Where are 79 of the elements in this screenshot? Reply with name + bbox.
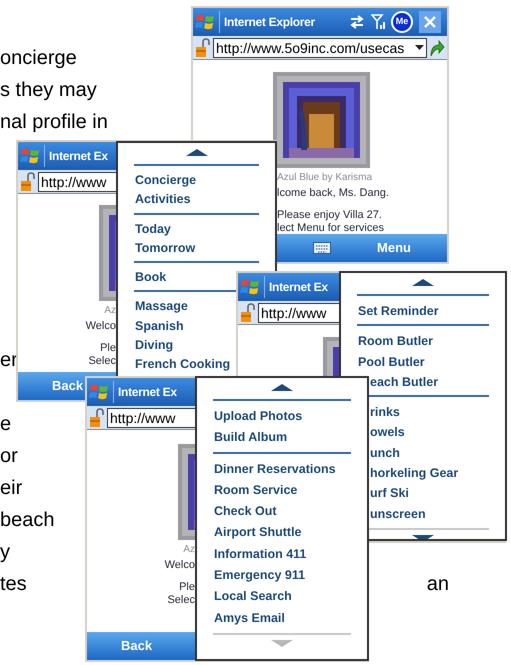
menu-item[interactable]: Today [135, 220, 171, 239]
menu-item[interactable]: unscreen [370, 504, 426, 524]
page-text: Ple [99, 342, 116, 355]
back-button[interactable]: Back [121, 636, 152, 656]
flag-icon[interactable] [20, 147, 40, 165]
menu-item[interactable]: Amys Email [214, 608, 285, 629]
image-caption: Azul Blue by Karisma [277, 171, 374, 184]
document-text: oncierge [0, 46, 77, 71]
close-button[interactable] [419, 11, 441, 33]
flag-icon[interactable] [89, 383, 109, 401]
flag-icon[interactable] [240, 278, 260, 296]
padlock-icon [89, 408, 105, 428]
menu-item[interactable]: rinks [370, 402, 400, 422]
status-badge[interactable]: Me [391, 11, 413, 33]
document-text: s they may [0, 78, 97, 103]
menu-item[interactable]: owels [370, 422, 405, 443]
page-text: Ple [178, 581, 195, 594]
document-text: beach [0, 508, 54, 533]
sync-arrows-icon[interactable] [349, 15, 365, 29]
padlock-icon [195, 38, 211, 58]
document-text: e [0, 412, 12, 437]
window-title: Internet Ex [49, 148, 108, 165]
menu-item[interactable]: Emergency 911 [214, 565, 306, 586]
page-text: lcome back, Ms. Dang. [277, 187, 390, 200]
go-arrow-icon[interactable] [429, 38, 445, 56]
menu-item[interactable]: Concierge [135, 171, 196, 190]
menu-item[interactable]: each Butler [370, 372, 438, 392]
page-text: Selec [166, 594, 195, 607]
document-text: eir [0, 476, 22, 501]
menu-item[interactable]: French Cooking [135, 355, 230, 375]
menu-item[interactable]: unch [370, 442, 400, 464]
menu-item[interactable]: Airport Shuttle [214, 522, 302, 544]
menu-item[interactable]: Room Service [214, 480, 298, 502]
image-caption: Az [182, 543, 195, 556]
document-text: y [0, 540, 10, 565]
document-text: or [0, 444, 18, 469]
scroll-up-icon[interactable] [271, 384, 293, 390]
page-text: Selec [87, 355, 116, 368]
menu-item[interactable]: Upload Photos [214, 406, 302, 428]
window-title: Internet Explorer [224, 14, 315, 31]
image-caption: Az [103, 304, 116, 317]
close-icon [424, 16, 436, 28]
flag-icon[interactable] [195, 13, 215, 31]
menu-item[interactable]: Massage [135, 297, 188, 317]
scroll-up-icon[interactable] [186, 148, 208, 156]
padlock-icon [240, 302, 256, 322]
menu-item[interactable]: Diving [135, 336, 174, 356]
window-title: Internet Ex [269, 279, 328, 296]
menu-item[interactable]: Pool Butler [358, 352, 425, 372]
address-field[interactable]: http://www.5o9inc.com/usecas [213, 38, 427, 58]
document-text: tes [0, 572, 27, 597]
document-text: er [0, 348, 18, 373]
page-text: Welco [84, 320, 116, 333]
menu-item[interactable]: Set Reminder [358, 301, 439, 322]
menu-item[interactable]: Activities [135, 190, 191, 210]
menu-item[interactable]: Check Out [214, 501, 277, 522]
padlock-icon [20, 172, 36, 192]
dropdown-caret-icon[interactable] [415, 45, 424, 50]
menu-item[interactable]: Information 411 [214, 544, 306, 566]
menu-item[interactable]: Spanish [135, 316, 184, 336]
document-text: nal profile in [0, 110, 108, 135]
page-text: Please enjoy Villa 27. [277, 209, 383, 222]
keyboard-icon[interactable] [313, 242, 331, 254]
menu-item[interactable]: Room Butler [358, 331, 433, 352]
menu-item[interactable]: Book [135, 268, 166, 288]
menu-item[interactable]: Tomorrow [135, 238, 196, 258]
back-button[interactable]: Back [52, 376, 84, 396]
window-title: Internet Ex [118, 384, 177, 401]
menu-button[interactable]: Menu [377, 238, 411, 258]
page-text: lect Menu for services [277, 222, 385, 234]
menu-item[interactable]: Local Search [214, 586, 292, 608]
scroll-up-icon[interactable] [412, 278, 434, 286]
menu-item[interactable]: horkeling Gear [370, 463, 458, 484]
document-text: an [426, 572, 449, 597]
menu-item[interactable]: Build Album [214, 427, 288, 449]
menu-item[interactable]: Dinner Reservations [214, 458, 336, 480]
page-text: Welco [164, 559, 195, 572]
menu-item[interactable]: urf Ski [370, 483, 409, 504]
signal-icon[interactable] [371, 14, 385, 30]
